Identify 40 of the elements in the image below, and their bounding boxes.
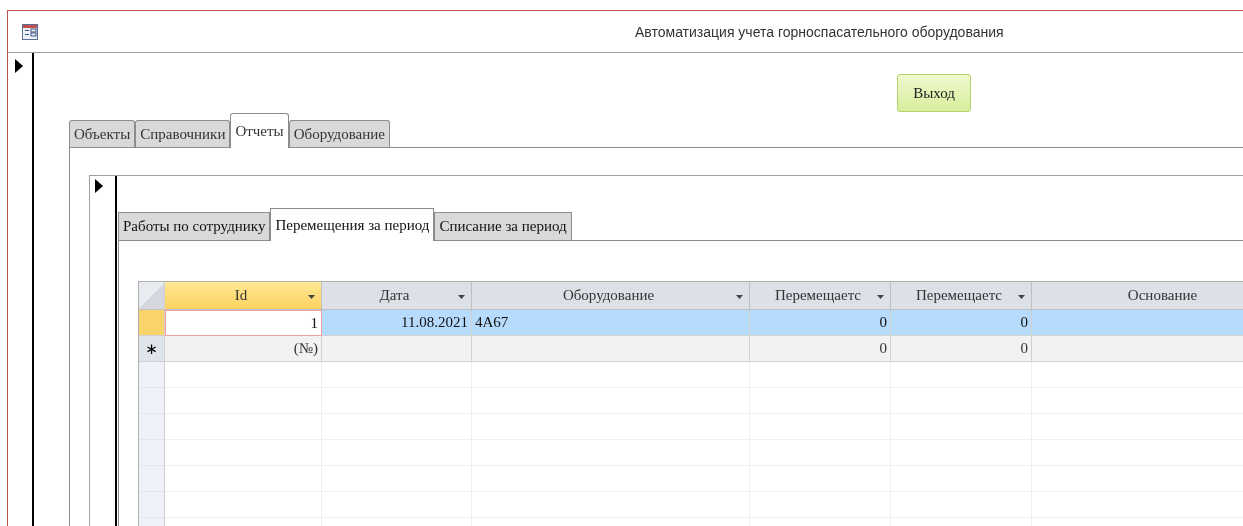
record-pointer-icon	[95, 179, 103, 193]
dropdown-arrow-icon[interactable]	[458, 295, 465, 299]
tab[interactable]: Справочники	[135, 120, 231, 147]
window-title: Автоматизация учета горноспасательного оборудования	[635, 23, 1004, 40]
tab[interactable]: Списание за период	[434, 212, 572, 240]
record-pointer-icon	[15, 59, 23, 73]
form-icon	[22, 23, 38, 40]
column-header[interactable]: Основание	[1032, 282, 1243, 309]
dropdown-arrow-icon[interactable]	[736, 295, 743, 299]
tab[interactable]: Оборудование	[288, 120, 390, 147]
column-header[interactable]: Перемещаетс	[750, 282, 891, 309]
table-cell: 0	[891, 310, 1032, 336]
row-selector[interactable]	[139, 362, 165, 388]
table-cell: 0	[750, 310, 891, 336]
tab[interactable]: Работы по сотруднику	[118, 212, 271, 240]
table-cell: 0	[891, 336, 1032, 362]
dropdown-arrow-icon[interactable]	[1018, 295, 1025, 299]
row-selector[interactable]	[139, 440, 165, 466]
tab[interactable]: Перемещения за период	[270, 208, 435, 241]
table-cell: 11.08.2021	[322, 310, 472, 336]
tab[interactable]: Объекты	[69, 120, 136, 147]
tab[interactable]: Отчеты	[230, 113, 289, 148]
dropdown-arrow-icon[interactable]	[877, 295, 884, 299]
table-cell: 4А67	[472, 310, 750, 336]
exit-button[interactable]: Выход	[897, 74, 971, 112]
row-selector[interactable]	[139, 466, 165, 492]
table-cell: 0	[750, 336, 891, 362]
column-header[interactable]: Оборудование	[472, 282, 750, 309]
table-cell: (№)	[165, 336, 322, 362]
column-header[interactable]: Перемещаетс	[891, 282, 1032, 309]
row-selector[interactable]	[139, 414, 165, 440]
row-selector[interactable]	[139, 310, 165, 336]
row-selector[interactable]: ∗	[139, 336, 165, 362]
column-header[interactable]: Дата	[322, 282, 472, 309]
table-cell: 1	[165, 310, 322, 336]
dropdown-arrow-icon[interactable]	[308, 295, 315, 299]
column-header[interactable]: Id	[165, 282, 322, 309]
row-selector[interactable]	[139, 388, 165, 414]
select-all-corner[interactable]	[139, 282, 165, 309]
row-selector[interactable]	[139, 492, 165, 518]
